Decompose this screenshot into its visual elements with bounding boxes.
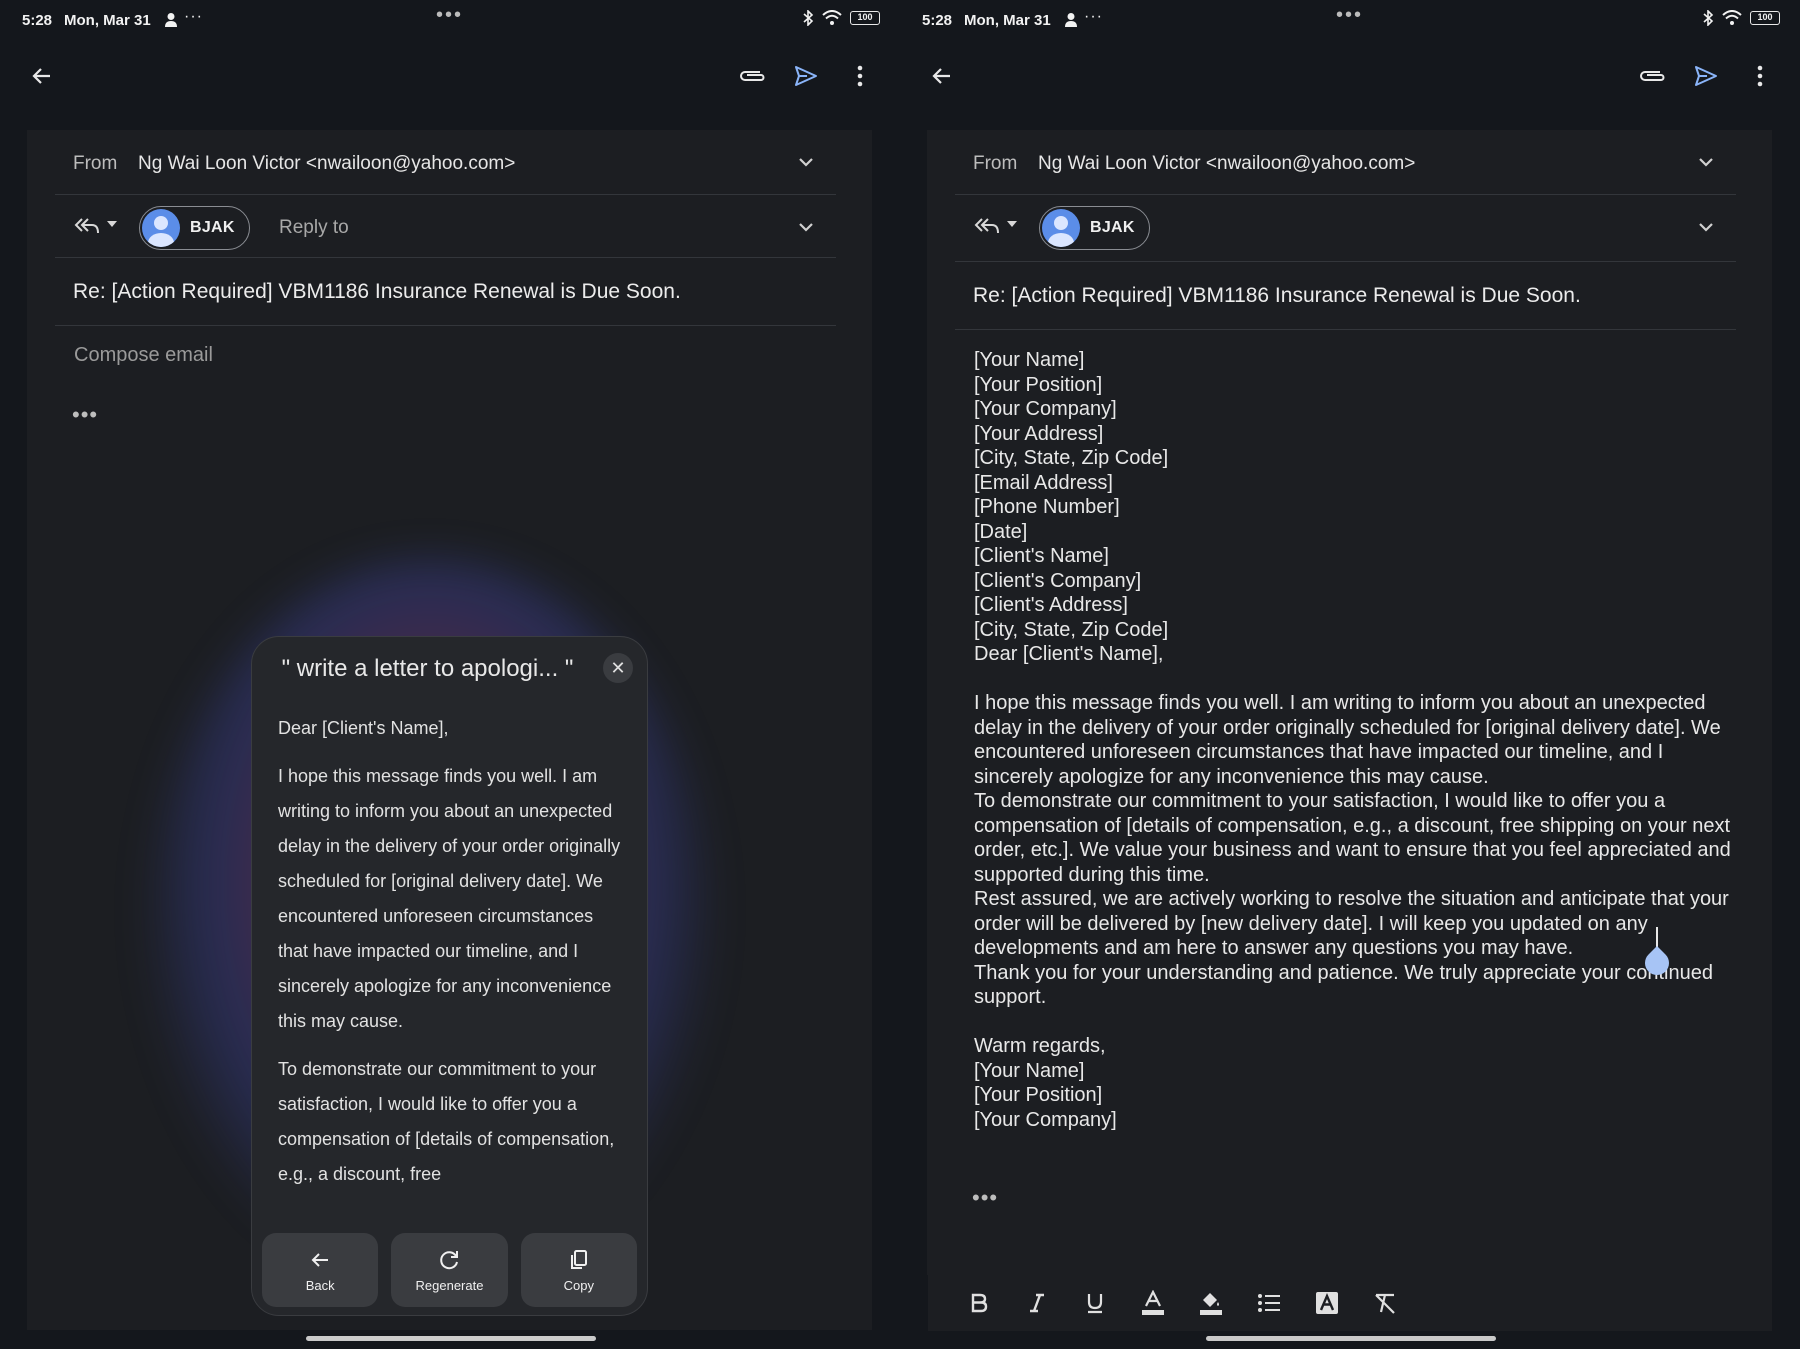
left-pane: 5:28 Mon, Mar 31 ··· ••• 100 From Ng Wai… — [0, 0, 900, 1349]
status-date: Mon, Mar 31 — [964, 12, 1051, 29]
refresh-icon — [440, 1250, 459, 1269]
subject-field[interactable]: Re: [Action Required] VBM1186 Insurance … — [973, 284, 1581, 308]
home-indicator[interactable] — [306, 1336, 596, 1341]
avatar — [142, 209, 180, 247]
ai-paragraph: Dear [Client's Name], — [278, 718, 449, 738]
subject-row[interactable]: Re: [Action Required] VBM1186 Insurance … — [55, 258, 836, 326]
multitask-handle[interactable]: ••• — [436, 4, 463, 27]
system-icons: 100 — [802, 10, 880, 26]
back-arrow-icon[interactable] — [926, 60, 958, 92]
battery-icon: 100 — [1750, 11, 1780, 25]
bluetooth-icon — [1703, 10, 1714, 26]
compose-body-field[interactable]: Compose email — [74, 344, 213, 367]
status-bar: 5:28 Mon, Mar 31 ··· ••• 100 — [900, 0, 1800, 42]
back-button[interactable]: Back — [262, 1233, 379, 1307]
status-time: 5:28 — [22, 12, 53, 29]
attachment-icon[interactable] — [1636, 60, 1668, 92]
from-address: Ng Wai Loon Victor <nwailoon@yahoo.com> — [1038, 153, 1416, 174]
reply-to-field[interactable]: Reply to — [279, 217, 349, 239]
caret-down-icon[interactable] — [105, 217, 119, 231]
recipient-chip-label: BJAK — [190, 219, 235, 236]
battery-icon: 100 — [850, 11, 880, 25]
recipients-row[interactable]: BJAK — [955, 196, 1736, 262]
arrow-left-icon — [311, 1252, 329, 1267]
chevron-down-icon[interactable] — [1696, 217, 1716, 237]
wifi-icon — [1722, 10, 1742, 25]
chevron-down-icon[interactable] — [796, 152, 816, 172]
underline-icon[interactable] — [1066, 1283, 1124, 1323]
from-row[interactable]: From Ng Wai Loon Victor <nwailoon@yahoo.… — [955, 130, 1736, 195]
reply-all-icon[interactable] — [73, 214, 101, 238]
ai-paragraph: To demonstrate our commitment to your sa… — [278, 1059, 615, 1184]
close-icon[interactable]: ✕ — [603, 653, 633, 683]
recipient-chip[interactable]: BJAK — [1039, 206, 1150, 250]
ai-generated-text: Dear [Client's Name], I hope this messag… — [278, 711, 623, 1205]
copy-button[interactable]: Copy — [520, 1233, 637, 1307]
avatar — [1042, 209, 1080, 247]
text-style-icon[interactable] — [1298, 1283, 1356, 1323]
back-button-label: Back — [305, 1277, 335, 1293]
caret-down-icon[interactable] — [1005, 217, 1019, 231]
recipient-chip-label: BJAK — [1090, 219, 1135, 236]
regenerate-button-label: Regenerate — [415, 1277, 484, 1293]
show-quoted-text-button[interactable]: ••• — [972, 1185, 998, 1211]
status-date: Mon, Mar 31 — [64, 12, 151, 29]
recipient-chip[interactable]: BJAK — [139, 206, 250, 250]
multitask-handle[interactable]: ••• — [1336, 4, 1363, 27]
person-icon — [164, 12, 178, 32]
from-label: From — [73, 153, 118, 174]
compose-toolbar — [900, 48, 1800, 104]
person-icon — [1064, 12, 1078, 32]
subject-field[interactable]: Re: [Action Required] VBM1186 Insurance … — [73, 280, 681, 304]
formatting-toolbar — [928, 1275, 1772, 1331]
from-row[interactable]: From Ng Wai Loon Victor <nwailoon@yahoo.… — [55, 130, 836, 195]
copy-icon — [570, 1249, 587, 1269]
attachment-icon[interactable] — [736, 60, 768, 92]
text-color-icon[interactable] — [1124, 1283, 1182, 1323]
send-icon[interactable] — [790, 60, 822, 92]
subject-row[interactable]: Re: [Action Required] VBM1186 Insurance … — [955, 262, 1736, 330]
ai-actions: Back Regenerate Copy — [262, 1233, 637, 1307]
from-address: Ng Wai Loon Victor <nwailoon@yahoo.com> — [138, 153, 516, 174]
email-body-field[interactable]: [Your Name] [Your Position] [Your Compan… — [974, 348, 1744, 1132]
send-icon[interactable] — [1690, 60, 1722, 92]
status-more: ··· — [184, 8, 203, 25]
compose-toolbar — [0, 48, 900, 104]
chevron-down-icon[interactable] — [1696, 152, 1716, 172]
right-pane: 5:28 Mon, Mar 31 ··· ••• 100 From Ng Wai… — [900, 0, 1800, 1349]
bulleted-list-icon[interactable] — [1240, 1283, 1298, 1323]
copy-button-label: Copy — [563, 1277, 594, 1293]
overflow-menu-icon[interactable] — [844, 60, 876, 92]
ai-prompt-title: " write a letter to apologi... " — [281, 655, 574, 682]
regenerate-button[interactable]: Regenerate — [391, 1233, 508, 1307]
chevron-down-icon[interactable] — [796, 217, 816, 237]
status-time: 5:28 — [922, 12, 953, 29]
bold-icon[interactable] — [950, 1283, 1008, 1323]
status-more: ··· — [1084, 8, 1103, 25]
overflow-menu-icon[interactable] — [1744, 60, 1776, 92]
home-indicator[interactable] — [1206, 1336, 1496, 1341]
compose-card: From Ng Wai Loon Victor <nwailoon@yahoo.… — [927, 130, 1772, 1275]
clear-formatting-icon[interactable] — [1356, 1283, 1414, 1323]
highlight-icon[interactable] — [1182, 1283, 1240, 1323]
system-icons: 100 — [1702, 10, 1780, 26]
ai-writer-panel: " write a letter to apologi... " ✕ Dear … — [251, 636, 648, 1316]
show-quoted-text-button[interactable]: ••• — [72, 402, 98, 428]
wifi-icon — [822, 10, 842, 25]
ai-paragraph: I hope this message finds you well. I am… — [278, 766, 621, 1031]
recipients-row[interactable]: BJAK Reply to — [55, 196, 836, 258]
back-arrow-icon[interactable] — [26, 60, 58, 92]
bluetooth-icon — [803, 10, 814, 26]
italic-icon[interactable] — [1008, 1283, 1066, 1323]
reply-all-icon[interactable] — [973, 214, 1001, 238]
status-bar: 5:28 Mon, Mar 31 ··· ••• 100 — [0, 0, 900, 42]
from-label: From — [973, 153, 1018, 174]
